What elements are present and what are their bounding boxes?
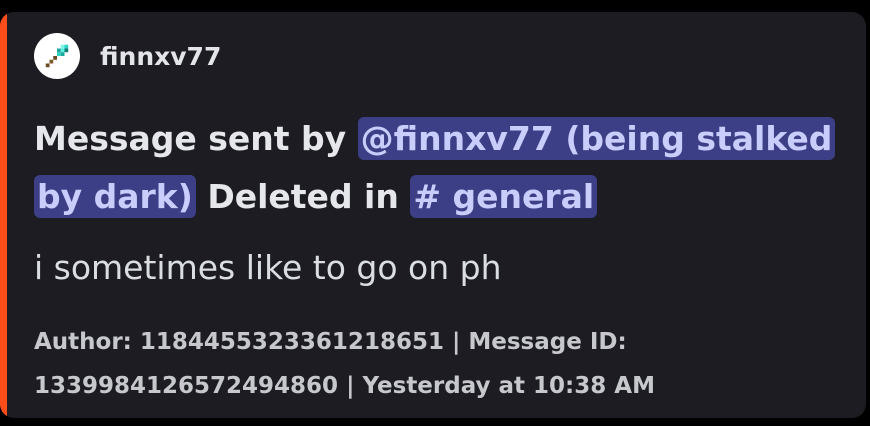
embed-title: Message sent by @finnxv77 (being stalked… [34, 110, 844, 226]
diamond-shovel-icon [45, 44, 69, 68]
title-prefix: Message sent by [34, 119, 358, 158]
embed-accent-bar [0, 12, 7, 418]
deleted-message-embed: finnxv77 Message sent by @finnxv77 (bein… [0, 12, 866, 418]
channel-mention[interactable]: # general [410, 175, 598, 218]
author-avatar[interactable] [34, 33, 80, 79]
embed-footer: Author: 1184455323361218651 | Message ID… [34, 329, 655, 399]
title-middle: Deleted in [195, 177, 411, 216]
embed-description: i sometimes like to go on ph [34, 248, 502, 287]
author-name[interactable]: finnxv77 [100, 42, 221, 71]
embed-author: finnxv77 [34, 33, 221, 79]
